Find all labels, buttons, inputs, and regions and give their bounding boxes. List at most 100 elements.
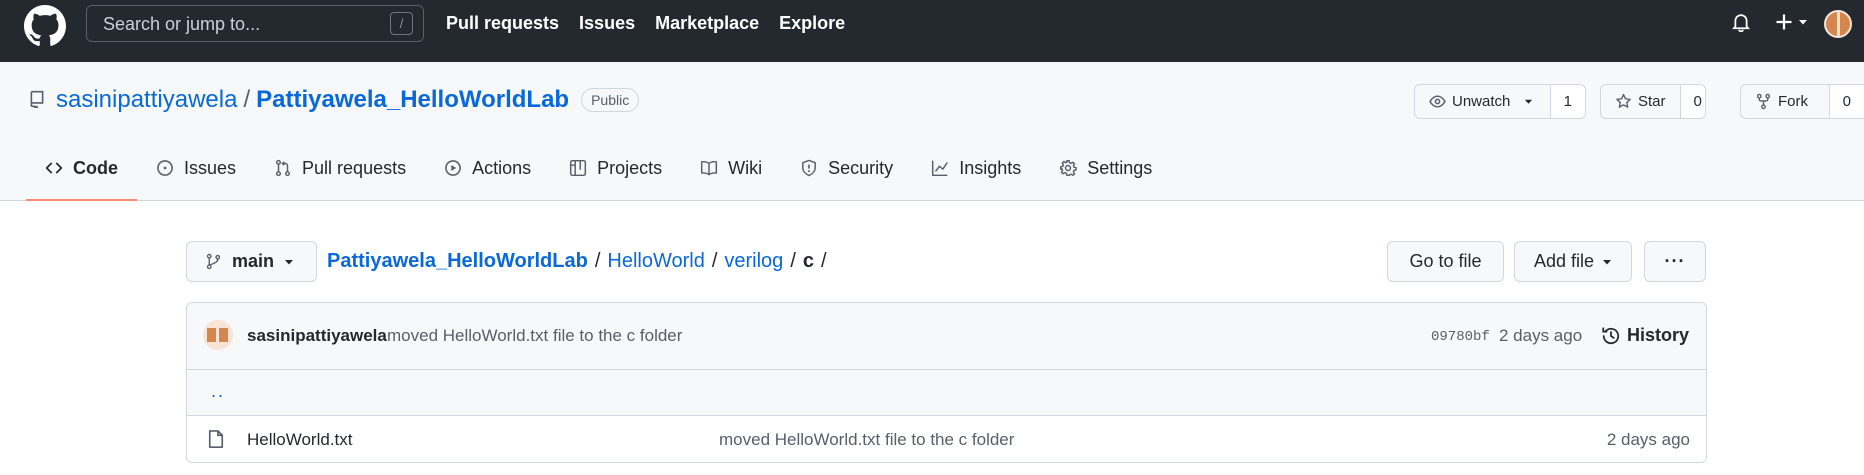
branch-name: main bbox=[232, 251, 275, 271]
caret-down-icon bbox=[1525, 99, 1533, 104]
tab-insights[interactable]: Insights bbox=[912, 136, 1040, 200]
go-to-file-button[interactable]: Go to file bbox=[1387, 241, 1504, 282]
stars-count[interactable]: 0 bbox=[1680, 85, 1705, 118]
tab-security-label: Security bbox=[828, 157, 894, 178]
tab-pull-requests-label: Pull requests bbox=[302, 157, 407, 178]
play-icon bbox=[445, 160, 461, 176]
repo-tabs: Code Issues Pull requests Actions Projec… bbox=[26, 136, 1171, 201]
nav-pull-requests[interactable]: Pull requests bbox=[446, 13, 559, 34]
repo-header: sasinipattiyawela / Pattiyawela_HelloWor… bbox=[0, 62, 1864, 201]
parent-directory-link[interactable]: .. bbox=[211, 381, 225, 402]
global-nav: Pull requests Issues Marketplace Explore bbox=[446, 13, 845, 34]
global-header: Search or jump to... / Pull requests Iss… bbox=[0, 0, 1864, 62]
breadcrumb: Pattiyawela_HelloWorldLab / HelloWorld /… bbox=[327, 250, 834, 273]
repo-icon bbox=[30, 90, 44, 108]
eye-icon bbox=[1429, 95, 1446, 108]
history-icon bbox=[1602, 326, 1620, 344]
create-new-menu[interactable] bbox=[1774, 12, 1808, 32]
watch-button-group: Unwatch 1 bbox=[1414, 84, 1586, 119]
fork-button[interactable]: Fork bbox=[1741, 85, 1830, 118]
shield-icon bbox=[802, 159, 817, 177]
watchers-count[interactable]: 1 bbox=[1550, 85, 1585, 118]
tab-wiki-label: Wiki bbox=[728, 157, 763, 178]
breadcrumb-separator: / bbox=[821, 250, 827, 272]
gear-icon bbox=[1060, 159, 1078, 177]
tab-code-label: Code bbox=[73, 157, 118, 178]
caret-down-icon bbox=[285, 259, 294, 264]
tab-wiki[interactable]: Wiki bbox=[681, 136, 781, 200]
search-placeholder: Search or jump to... bbox=[103, 14, 261, 34]
breadcrumb-separator: / bbox=[711, 250, 718, 272]
search-shortcut-key: / bbox=[390, 12, 413, 35]
forks-count[interactable]: 0 bbox=[1829, 85, 1864, 118]
file-commit-message-link[interactable]: moved HelloWorld.txt file to the c folde… bbox=[719, 430, 1014, 450]
fork-label: Fork bbox=[1778, 93, 1808, 110]
branch-select-button[interactable]: main bbox=[186, 241, 317, 282]
file-list-box: sasinipattiyawela moved HelloWorld.txt f… bbox=[186, 302, 1707, 463]
history-label: History bbox=[1627, 325, 1690, 345]
tab-projects-label: Projects bbox=[597, 157, 663, 178]
star-label: Star bbox=[1638, 93, 1666, 110]
breadcrumb-separator: / bbox=[594, 250, 601, 272]
tab-settings[interactable]: Settings bbox=[1040, 136, 1171, 200]
search-input[interactable]: Search or jump to... / bbox=[86, 5, 424, 42]
unwatch-label: Unwatch bbox=[1452, 93, 1511, 110]
tab-actions[interactable]: Actions bbox=[425, 136, 550, 200]
tab-settings-label: Settings bbox=[1087, 157, 1153, 178]
file-age: 2 days ago bbox=[1606, 430, 1690, 449]
add-file-button[interactable]: Add file bbox=[1514, 241, 1632, 282]
go-to-file-label: Go to file bbox=[1409, 251, 1482, 271]
github-logo-icon[interactable] bbox=[24, 5, 66, 47]
kebab-horizontal-icon: ··· bbox=[1664, 251, 1686, 271]
history-link[interactable]: History bbox=[1601, 325, 1689, 346]
graph-icon bbox=[932, 160, 949, 177]
commit-sha-link[interactable]: 09780bf bbox=[1431, 329, 1490, 345]
visibility-badge: Public bbox=[581, 88, 640, 112]
more-options-button[interactable]: ··· bbox=[1644, 241, 1706, 282]
commit-author-link[interactable]: sasinipattiyawela bbox=[247, 326, 387, 346]
fork-button-group: Fork 0 bbox=[1740, 84, 1864, 119]
nav-explore[interactable]: Explore bbox=[779, 13, 845, 34]
unwatch-button[interactable]: Unwatch bbox=[1415, 85, 1551, 118]
user-menu[interactable] bbox=[1824, 10, 1852, 38]
tab-security[interactable]: Security bbox=[781, 136, 912, 200]
star-icon bbox=[1616, 93, 1631, 108]
code-icon bbox=[45, 162, 63, 174]
breadcrumb-current-folder: c bbox=[802, 250, 814, 272]
tab-issues[interactable]: Issues bbox=[137, 136, 255, 200]
tab-actions-label: Actions bbox=[472, 157, 532, 178]
table-row: HelloWorld.txt moved HelloWorld.txt file… bbox=[187, 416, 1706, 462]
commit-message-link[interactable]: moved HelloWorld.txt file to the c folde… bbox=[387, 326, 682, 346]
avatar[interactable] bbox=[203, 320, 233, 350]
caret-down-icon bbox=[1799, 20, 1807, 25]
git-branch-icon bbox=[206, 253, 221, 270]
avatar bbox=[1824, 10, 1852, 38]
latest-commit-row: sasinipattiyawela moved HelloWorld.txt f… bbox=[187, 303, 1706, 370]
tab-pull-requests[interactable]: Pull requests bbox=[255, 136, 425, 200]
caret-down-icon bbox=[1603, 259, 1612, 264]
git-pull-request-icon bbox=[276, 159, 291, 177]
repo-title: sasinipattiyawela / Pattiyawela_HelloWor… bbox=[56, 86, 640, 114]
tab-insights-label: Insights bbox=[959, 157, 1022, 178]
parent-directory-row[interactable]: .. bbox=[187, 370, 1706, 416]
add-file-label: Add file bbox=[1533, 251, 1595, 271]
breadcrumb-verilog-link[interactable]: verilog bbox=[724, 250, 783, 273]
repo-owner-link[interactable]: sasinipattiyawela bbox=[56, 86, 237, 114]
tab-issues-label: Issues bbox=[184, 157, 237, 178]
repo-forked-icon bbox=[1756, 93, 1771, 110]
repo-title-separator: / bbox=[243, 86, 251, 113]
issue-opened-icon bbox=[157, 160, 173, 176]
tab-code[interactable]: Code bbox=[26, 136, 137, 201]
star-button-group: Star 0 bbox=[1600, 84, 1706, 119]
tab-projects[interactable]: Projects bbox=[550, 136, 681, 200]
star-button[interactable]: Star bbox=[1601, 85, 1681, 118]
nav-marketplace[interactable]: Marketplace bbox=[655, 13, 759, 34]
breadcrumb-repo-link[interactable]: Pattiyawela_HelloWorldLab bbox=[327, 250, 588, 273]
plus-icon bbox=[1776, 14, 1792, 30]
repo-name-link[interactable]: Pattiyawela_HelloWorldLab bbox=[256, 86, 569, 114]
bell-icon[interactable] bbox=[1731, 12, 1751, 32]
nav-issues[interactable]: Issues bbox=[579, 13, 635, 34]
file-name-link[interactable]: HelloWorld.txt bbox=[247, 430, 353, 450]
commit-age: 2 days ago bbox=[1499, 326, 1583, 345]
breadcrumb-helloworld-link[interactable]: HelloWorld bbox=[607, 250, 704, 273]
